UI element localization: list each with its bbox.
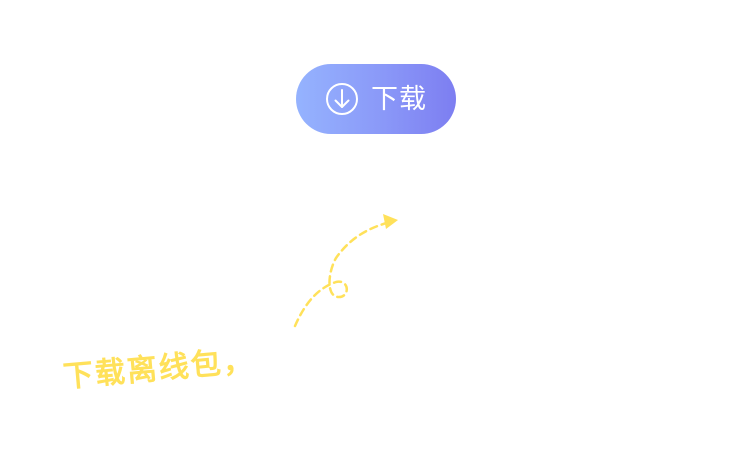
hint-text: 下载离线包， xyxy=(61,343,257,395)
download-circle-icon xyxy=(326,83,358,115)
download-button[interactable]: 下载 xyxy=(296,64,456,134)
download-button-label: 下载 xyxy=(371,83,427,115)
